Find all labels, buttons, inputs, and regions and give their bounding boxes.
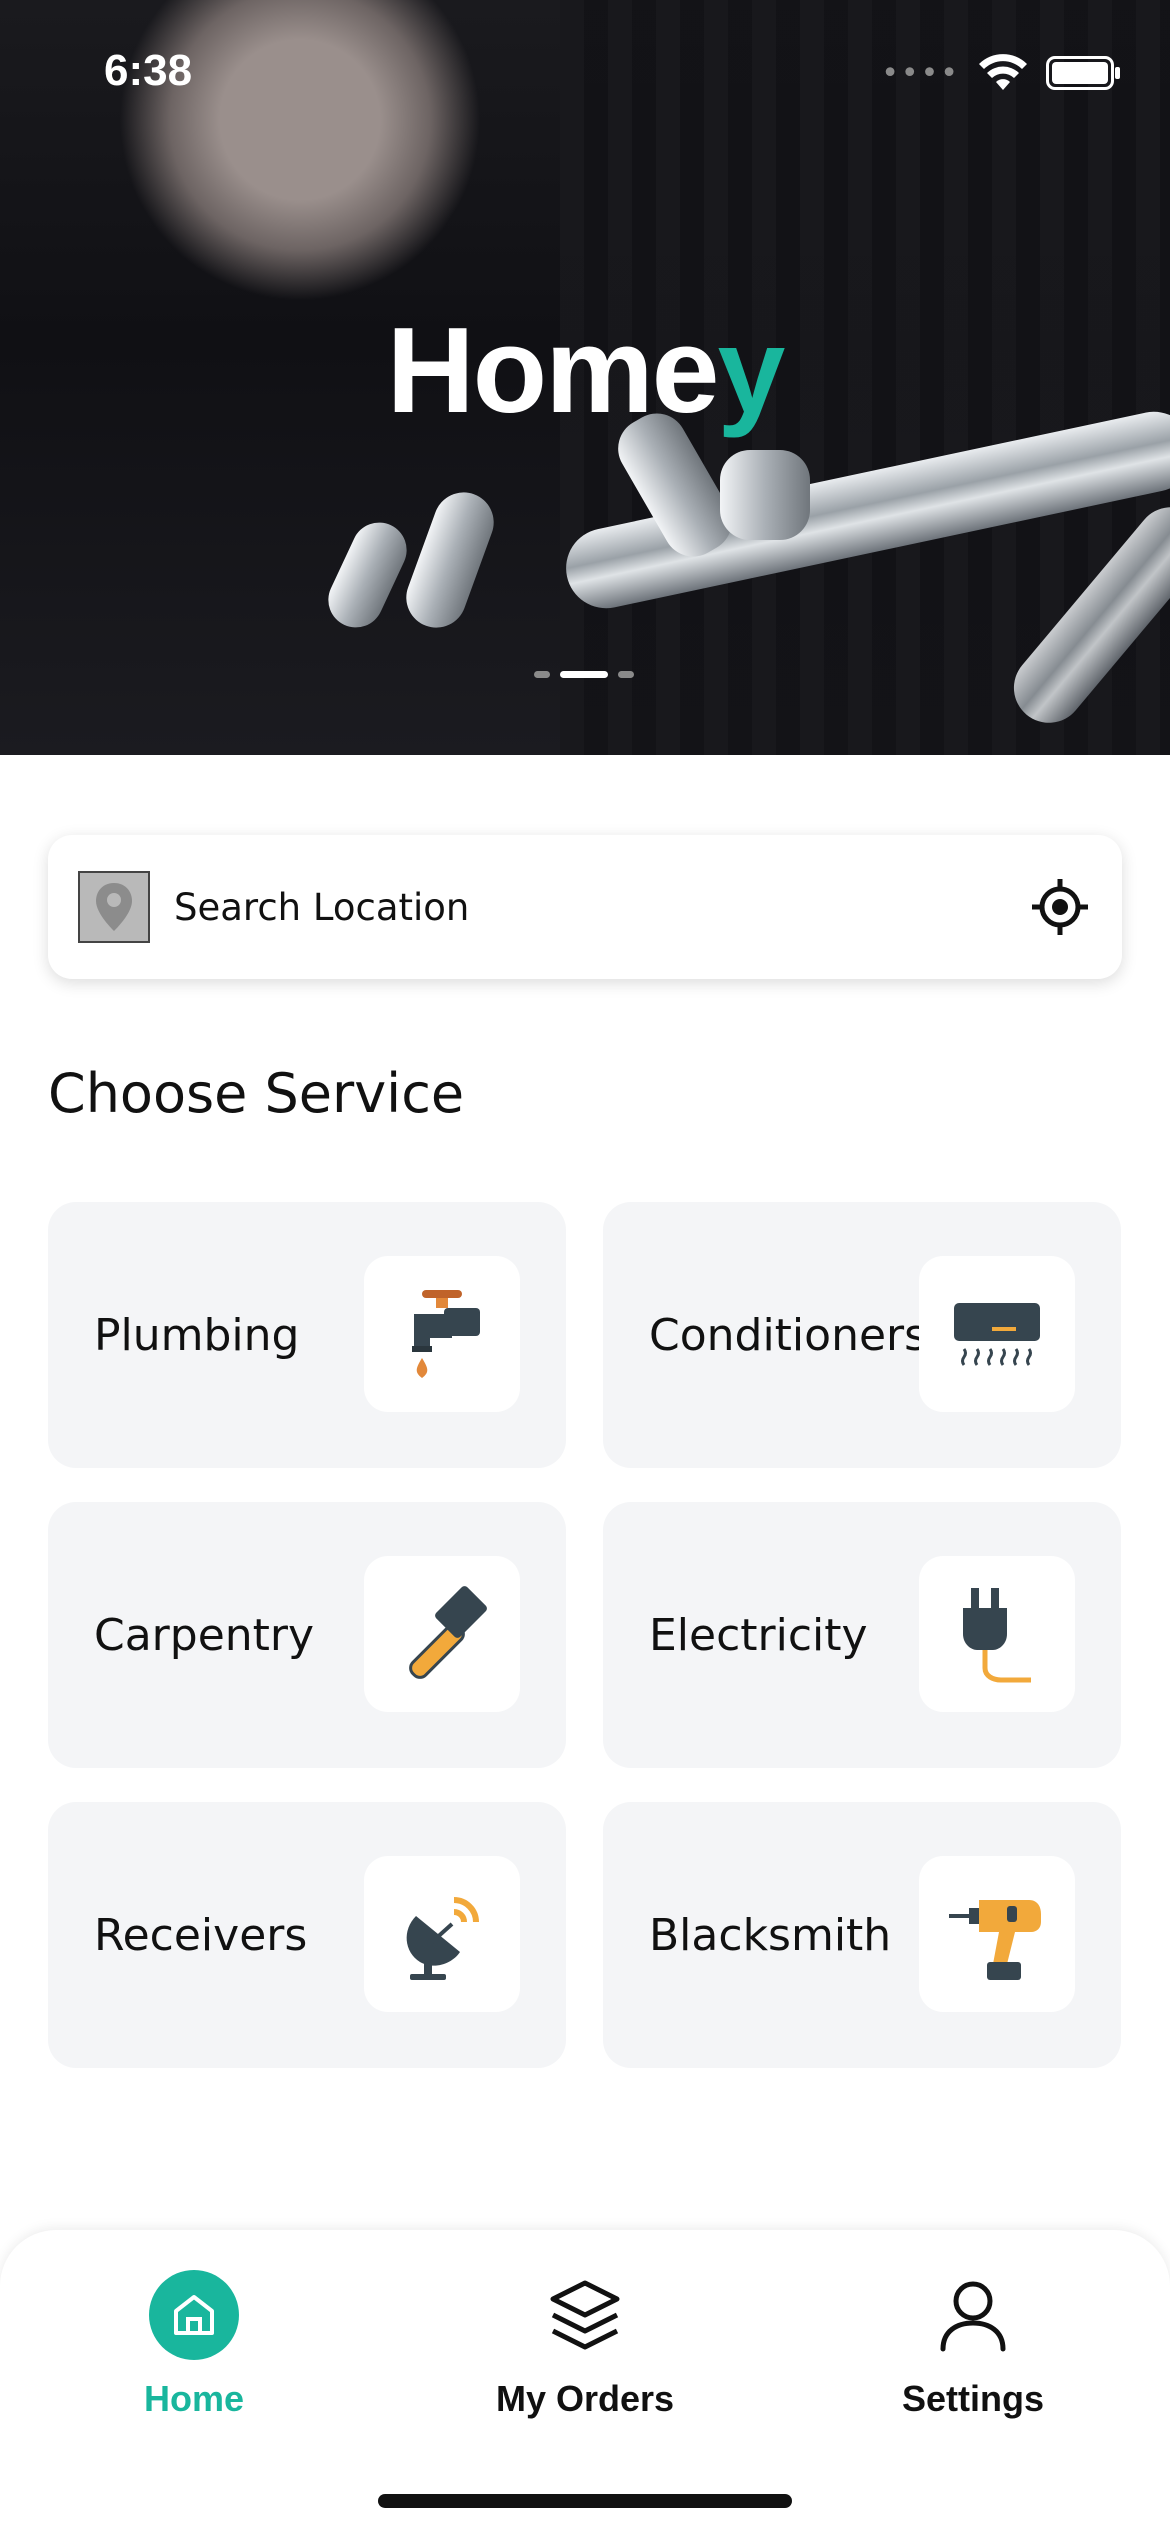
hero-faucet (720, 450, 810, 540)
satellite-dish-icon (406, 1897, 479, 1980)
carousel-indicator[interactable] (534, 671, 634, 678)
search-location-bar[interactable]: Search Location (48, 835, 1122, 979)
home-icon (149, 2270, 239, 2360)
hero-banner[interactable]: 6:38 •••• Homey (0, 0, 1170, 755)
wifi-icon (979, 54, 1027, 90)
nav-settings[interactable]: Settings (823, 2270, 1123, 2420)
service-card-conditioners[interactable]: Conditioners (603, 1202, 1121, 1468)
service-card-electricity[interactable]: Electricity (603, 1502, 1121, 1768)
hero-faucet (397, 483, 503, 637)
battery-icon (1046, 56, 1120, 90)
brand-logo: Homey (386, 302, 786, 438)
nav-label: My Orders (495, 2378, 675, 2419)
hero-faucet (319, 513, 416, 637)
air-conditioner-icon (954, 1303, 1040, 1366)
service-card-receivers[interactable]: Receivers (48, 1802, 566, 2068)
status-time: 6:38 (104, 46, 193, 95)
service-icon-box (919, 1556, 1075, 1712)
section-title: Choose Service (48, 1062, 465, 1125)
carousel-dot[interactable] (534, 671, 550, 678)
locate-me-icon[interactable] (1030, 877, 1090, 937)
service-icon-box (364, 1256, 520, 1412)
carousel-dot-active[interactable] (560, 671, 608, 678)
nav-label: Settings (901, 2378, 1044, 2419)
layers-icon (550, 2280, 620, 2350)
service-card-blacksmith[interactable]: Blacksmith (603, 1802, 1121, 2068)
user-icon (940, 2281, 1006, 2352)
faucet-icon (412, 1290, 480, 1378)
service-icon-box (919, 1856, 1075, 2012)
nav-label: Home (143, 2378, 245, 2419)
plug-icon (963, 1588, 1031, 1683)
carousel-dot[interactable] (618, 671, 634, 678)
status-icons: •••• (881, 54, 1120, 92)
hammer-icon (409, 1586, 487, 1679)
service-card-plumbing[interactable]: Plumbing (48, 1202, 566, 1468)
bottom-navigation: Home My Orders Settings (0, 2230, 1170, 2532)
service-icon-box (919, 1256, 1075, 1412)
search-input[interactable]: Search Location (174, 886, 1030, 929)
nav-my-orders[interactable]: My Orders (435, 2270, 735, 2420)
service-card-carpentry[interactable]: Carpentry (48, 1502, 566, 1768)
service-icon-box (364, 1856, 520, 2012)
home-indicator[interactable] (378, 2494, 792, 2508)
drill-icon (949, 1900, 1041, 1980)
signal-icon: •••• (881, 55, 960, 91)
map-pin-icon (78, 871, 150, 943)
nav-home[interactable]: Home (44, 2270, 344, 2420)
service-icon-box (364, 1556, 520, 1712)
